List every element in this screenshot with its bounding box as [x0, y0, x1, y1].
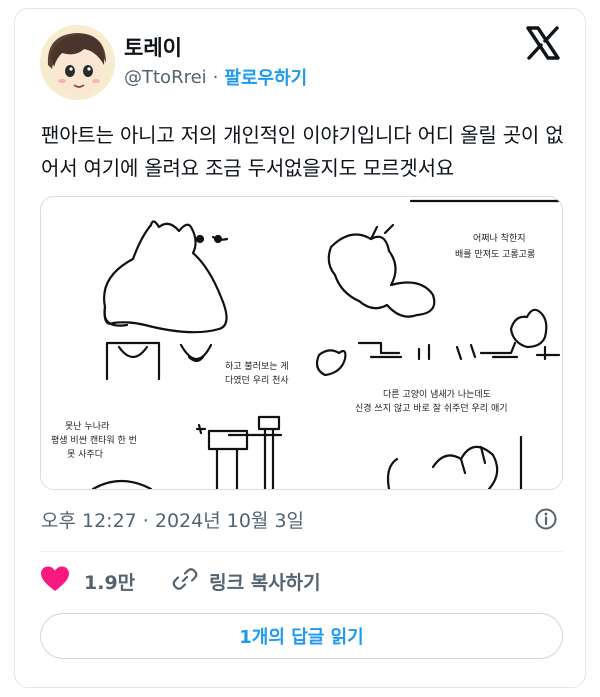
link-icon — [171, 565, 199, 597]
x-logo-icon[interactable] — [525, 25, 561, 61]
info-icon[interactable] — [534, 507, 558, 531]
divider — [40, 551, 563, 552]
tweet-actions: 1.9만 링크 복사하기 — [40, 563, 321, 599]
display-name[interactable]: 토레이 — [124, 32, 182, 62]
separator-dot: · — [212, 66, 219, 88]
comic-sketch: 어쩌나 착한지 배를 만져도 고롱고롱 하고 불러보는 게 다였던 우리 천사 … — [41, 197, 562, 489]
tweet-text: 팬아트는 아니고 저의 개인적인 이야기입니다 어디 올릴 곳이 없어서 여기에… — [41, 123, 564, 180]
like-button[interactable]: 1.9만 — [40, 565, 135, 597]
caption-left-2: 평생 비싼 캔타워 한 번 — [51, 435, 137, 446]
caption-right-1: 다른 고양이 냄새가 나는데도 — [383, 389, 491, 400]
avatar[interactable] — [40, 25, 115, 100]
copy-link-button[interactable]: 링크 복사하기 — [171, 565, 321, 597]
caption-top-right-1: 어쩌나 착한지 — [473, 233, 526, 244]
caption-right-2: 신경 쓰지 않고 바로 잘 쉬주던 우리 애기 — [355, 402, 508, 414]
caption-middle-1: 하고 불러보는 게 — [225, 361, 289, 372]
tweet-timestamp[interactable]: 오후 12:27 · 2024년 10월 3일 — [41, 506, 304, 533]
tweet-image[interactable]: 어쩌나 착한지 배를 만져도 고롱고롱 하고 불러보는 게 다였던 우리 천사 … — [40, 196, 563, 490]
caption-middle-2: 다였던 우리 천사 — [225, 375, 289, 386]
handle-row: @TtoRrei · 팔로우하기 — [124, 64, 307, 90]
caption-top-right-2: 배를 만져도 고롱고롱 — [455, 249, 535, 260]
read-replies-button[interactable]: 1개의 답글 읽기 — [40, 613, 563, 659]
follow-button[interactable]: 팔로우하기 — [224, 64, 307, 90]
heart-icon — [40, 565, 70, 597]
copy-link-label: 링크 복사하기 — [209, 571, 321, 594]
caption-left-1: 못난 누나라 — [65, 421, 110, 432]
user-handle[interactable]: @TtoRrei — [124, 67, 207, 88]
like-count: 1.9만 — [84, 571, 136, 594]
caption-left-3: 못 사주다 — [67, 449, 104, 460]
